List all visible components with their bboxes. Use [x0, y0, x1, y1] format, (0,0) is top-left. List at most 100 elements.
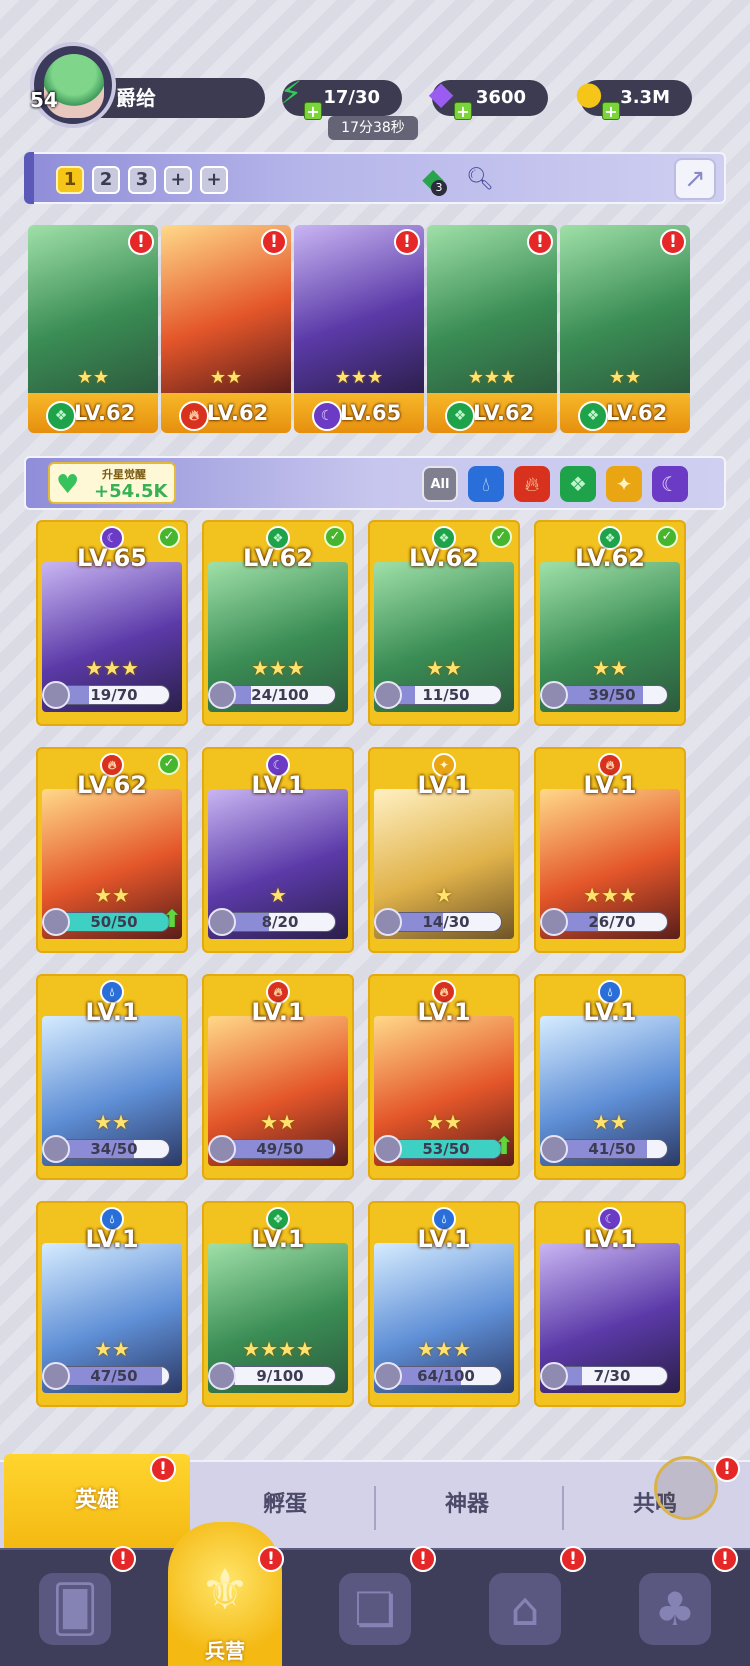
hero-card[interactable]: ❖ LV.62 ✓ ★★★ 24/100	[202, 520, 354, 726]
green-element-icon: ❖	[578, 401, 608, 431]
add-gold-icon[interactable]: +	[602, 102, 620, 121]
shard-progress-text: 9/100	[256, 1367, 304, 1385]
upgrade-arrow-icon[interactable]: ⬆	[494, 1132, 514, 1160]
add-gems-icon[interactable]: +	[454, 102, 472, 121]
energy-counter[interactable]: ⚡ + 17/30	[280, 75, 402, 121]
team-hero-card[interactable]: ★★★ LV.62 ❖!	[427, 225, 557, 433]
shard-progress-text: 11/50	[422, 686, 470, 704]
gold-counter[interactable]: ● + 3.3M	[575, 75, 692, 121]
team-slot-1[interactable]: 1	[56, 166, 84, 194]
team-hero-card[interactable]: ★★ LV.62 ❖!	[28, 225, 158, 433]
gems-counter[interactable]: ◆ + 3600	[429, 75, 548, 121]
player-level: 54	[30, 88, 58, 112]
hero-card[interactable]: ☾ LV.1 ★ 8/20	[202, 747, 354, 953]
gold-value: 3.3M	[620, 87, 670, 108]
player-avatar[interactable]	[30, 42, 116, 128]
search-icon[interactable]: 🔍︎	[466, 166, 494, 194]
red-element-icon: 🔥︎	[179, 401, 209, 431]
shard-icon	[208, 1135, 236, 1163]
upgrade-arrow-icon[interactable]: ⬆	[162, 905, 182, 933]
team-slot-add-2[interactable]: +	[200, 166, 228, 194]
hero-stars: ★★★	[583, 883, 637, 907]
hero-card[interactable]: ☾ LV.1 7/30	[534, 1201, 686, 1407]
hero-level: LV.1	[583, 771, 637, 799]
hero-level: LV.1	[417, 771, 471, 799]
tab-artifacts[interactable]: 神器	[372, 1462, 562, 1548]
nav-barracks[interactable]: ⚜ 兵营	[168, 1522, 282, 1666]
shrine-icon: ⌂	[489, 1573, 561, 1645]
hero-card[interactable]: 🔥︎ LV.1 ★★★ 26/70	[534, 747, 686, 953]
shard-progress-bar: 39/50	[556, 685, 668, 705]
shard-progress-bar: 9/100	[224, 1366, 336, 1386]
player-name-plate[interactable]: 爵给	[100, 78, 265, 118]
shard-icon	[42, 1362, 70, 1390]
tab-heroes-alert: !	[150, 1456, 176, 1482]
hero-card[interactable]: 💧︎ LV.1 ★★★ 64/100	[368, 1201, 520, 1407]
nav-barracks-label: 兵营	[205, 1639, 245, 1663]
hero-stars: ★★	[592, 656, 628, 680]
hero-card[interactable]: 💧︎ LV.1 ★★ 34/50	[36, 974, 188, 1180]
hero-card[interactable]: 💧︎ LV.1 ★★ 41/50	[534, 974, 686, 1180]
shard-progress-text: 14/30	[422, 913, 470, 931]
filter-water-button[interactable]: 💧︎	[468, 466, 504, 502]
shard-icon	[208, 1362, 236, 1390]
share-button[interactable]: ↗	[674, 158, 716, 200]
team-hero-card[interactable]: ★★★ LV.65 ☾!	[294, 225, 424, 433]
hero-level: LV.1	[417, 1225, 471, 1253]
filter-bar: ♥ 升星觉醒 +54.5K All 💧︎ 🔥︎ ❖ ✦ ☾	[24, 456, 726, 510]
team-slot-2[interactable]: 2	[92, 166, 120, 194]
sub-tab-bar: 孵蛋 神器 共鸣 英雄 ! !	[0, 1454, 750, 1550]
hero-stars: ★★	[608, 367, 642, 388]
filter-dark-button[interactable]: ☾	[652, 466, 688, 502]
nav-barracks-alert: !	[258, 1546, 284, 1572]
hero-card[interactable]: 🔥︎ LV.1 ★★ 53/50 ⬆	[368, 974, 520, 1180]
hero-stars: ★★	[94, 883, 130, 907]
filter-nature-button[interactable]: ❖	[560, 466, 596, 502]
shard-progress-text: 26/70	[588, 913, 636, 931]
team-hero-card[interactable]: ★★ LV.62 🔥︎!	[161, 225, 291, 433]
hero-card[interactable]: 💧︎ LV.1 ★★ 47/50	[36, 1201, 188, 1407]
nav-book-alert: !	[410, 1546, 436, 1572]
hero-card[interactable]: ❖ LV.62 ✓ ★★ 11/50	[368, 520, 520, 726]
bottom-navbar: 🂠 ❏ ⌂ ♣ ⚜ 兵营 ! ! ! ! !	[0, 1522, 750, 1666]
awaken-bonus-button[interactable]: ♥ 升星觉醒 +54.5K	[48, 462, 176, 504]
check-icon: ✓	[158, 526, 180, 548]
filter-all-button[interactable]: All	[422, 466, 458, 502]
hero-stars: ★★	[426, 656, 462, 680]
team-slot-add-1[interactable]: +	[164, 166, 192, 194]
hero-card[interactable]: 🔥︎ LV.62 ✓ ★★ 50/50 ⬆	[36, 747, 188, 953]
hero-card[interactable]: ❖ LV.62 ✓ ★★ 39/50	[534, 520, 686, 726]
filter-fire-button[interactable]: 🔥︎	[514, 466, 550, 502]
team-slot-3[interactable]: 3	[128, 166, 156, 194]
moon-icon: ☾	[661, 472, 679, 496]
hero-card[interactable]: 🔥︎ LV.1 ★★ 49/50	[202, 974, 354, 1180]
hero-stars: ★★	[426, 1110, 462, 1134]
hero-card[interactable]: ☾ LV.65 ✓ ★★★ 19/70	[36, 520, 188, 726]
shard-progress-bar: 47/50	[58, 1366, 170, 1386]
shard-icon	[208, 681, 236, 709]
shard-progress-text: 47/50	[90, 1367, 138, 1385]
hero-level: LV.1	[583, 998, 637, 1026]
shard-progress-text: 7/30	[593, 1367, 631, 1385]
floating-spark-button[interactable]	[654, 1456, 718, 1520]
team-hero-card[interactable]: ★★ LV.62 ❖!	[560, 225, 690, 433]
gems-value: 3600	[475, 87, 526, 108]
hero-level: LV.1	[583, 1225, 637, 1253]
hero-level: LV.1	[251, 1225, 305, 1253]
hero-level: LV.65	[77, 544, 147, 572]
shard-progress-bar: 11/50	[390, 685, 502, 705]
hero-stars: ★★	[260, 1110, 296, 1134]
shard-progress-bar: 41/50	[556, 1139, 668, 1159]
hero-level: LV.1	[417, 998, 471, 1026]
hero-card[interactable]: ✦ LV.1 ★ 14/30	[368, 747, 520, 953]
purple-element-icon: ☾	[312, 401, 342, 431]
shard-progress-text: 34/50	[90, 1140, 138, 1158]
shard-icon	[540, 681, 568, 709]
add-energy-icon[interactable]: +	[304, 102, 322, 121]
hero-card[interactable]: ❖ LV.1 ★★★★ 9/100	[202, 1201, 354, 1407]
green-element-icon: ❖	[46, 401, 76, 431]
filter-light-button[interactable]: ✦	[606, 466, 642, 502]
hero-level: LV.1	[85, 1225, 139, 1253]
hero-alert: !	[128, 229, 154, 255]
heart-icon: ♥	[56, 470, 80, 500]
